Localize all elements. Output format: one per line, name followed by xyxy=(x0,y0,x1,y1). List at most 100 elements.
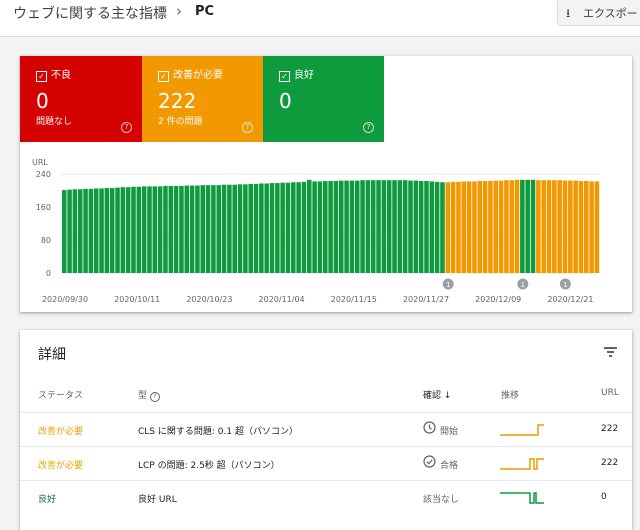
chart-bar[interactable] xyxy=(109,188,115,273)
chart-bar[interactable] xyxy=(520,179,525,273)
chart-bar[interactable] xyxy=(168,185,174,273)
chart-bar[interactable] xyxy=(211,185,216,273)
chart-bar[interactable] xyxy=(461,181,467,273)
chart-bar[interactable] xyxy=(200,185,206,273)
chart-bar[interactable] xyxy=(493,180,498,273)
col-urls[interactable]: URL xyxy=(601,388,619,398)
chart-bar[interactable] xyxy=(227,184,232,273)
chart-bar[interactable] xyxy=(280,182,285,273)
chart-bar[interactable] xyxy=(93,188,99,273)
chart-bar[interactable] xyxy=(578,181,584,273)
chart-bar[interactable] xyxy=(104,188,110,273)
chart-bar[interactable] xyxy=(179,185,184,273)
sort-arrow-icon[interactable]: ↓ xyxy=(444,391,452,401)
chart-bar[interactable] xyxy=(317,181,323,273)
chart-bar[interactable] xyxy=(269,183,275,273)
chart-bar[interactable] xyxy=(131,186,136,273)
chart-bar[interactable] xyxy=(285,182,291,273)
chart-bar[interactable] xyxy=(264,183,269,273)
chart-bar[interactable] xyxy=(83,188,88,273)
chart-bar[interactable] xyxy=(163,185,168,273)
chart-bar[interactable] xyxy=(72,189,78,273)
chart-bar[interactable] xyxy=(173,185,179,273)
chart-bar[interactable] xyxy=(472,181,477,273)
chart-bar[interactable] xyxy=(275,183,280,273)
chart-bar[interactable] xyxy=(504,180,509,273)
chart-bar[interactable] xyxy=(141,186,147,274)
chart-bar[interactable] xyxy=(184,185,190,273)
chart-bar[interactable] xyxy=(418,181,424,273)
chart-bar[interactable] xyxy=(344,180,349,273)
chart-bar[interactable] xyxy=(594,181,600,273)
chart-bar[interactable] xyxy=(466,181,472,273)
chart-bar[interactable] xyxy=(312,181,317,273)
chart-bar[interactable] xyxy=(189,185,195,273)
chart-bar[interactable] xyxy=(440,182,445,273)
chart-bar[interactable] xyxy=(147,186,152,274)
chart-bar[interactable] xyxy=(323,181,328,273)
chart-bar[interactable] xyxy=(88,188,94,273)
chart-bar[interactable] xyxy=(67,189,72,273)
col-validation[interactable]: 確認 ↓ xyxy=(423,388,451,401)
chart-bar[interactable] xyxy=(205,185,211,273)
chart-bar[interactable] xyxy=(557,180,562,273)
chart-bar[interactable] xyxy=(370,180,376,273)
chart-bar[interactable] xyxy=(301,181,307,273)
export-button[interactable]: ⭳ エクスポート xyxy=(557,0,640,26)
chart-bar[interactable] xyxy=(429,181,435,273)
chart-bar[interactable] xyxy=(354,180,360,273)
chart-bar[interactable] xyxy=(99,188,104,273)
chart-bar[interactable] xyxy=(338,180,344,273)
chart-bar[interactable] xyxy=(195,185,200,273)
chart-bar[interactable] xyxy=(360,180,365,273)
chart-bar[interactable] xyxy=(402,180,408,273)
chart-bar[interactable] xyxy=(397,180,403,273)
chart-bar[interactable] xyxy=(456,181,461,273)
chart-bar[interactable] xyxy=(77,189,83,273)
chart-bar[interactable] xyxy=(536,180,541,273)
chart-bar[interactable] xyxy=(221,184,227,273)
chart-bar[interactable] xyxy=(413,180,419,273)
chart-bar[interactable] xyxy=(253,183,259,273)
chart-bar[interactable] xyxy=(376,180,381,273)
chart-bar[interactable] xyxy=(477,181,483,273)
chart-bar[interactable] xyxy=(434,181,440,273)
chart-bar[interactable] xyxy=(541,180,546,273)
chart-bar[interactable] xyxy=(573,180,578,273)
chart-bar[interactable] xyxy=(381,180,387,273)
chart-bar[interactable] xyxy=(365,180,371,273)
table-row[interactable]: 改善が必要 CLS に関する問題: 0.1 超（パソコン） 開始 222 xyxy=(20,412,632,447)
col-type[interactable]: 型 ? xyxy=(138,388,160,402)
chart-bar[interactable] xyxy=(115,187,120,273)
chart-bar[interactable] xyxy=(589,181,594,273)
chart-bar[interactable] xyxy=(568,180,573,273)
chart-bar[interactable] xyxy=(291,182,296,273)
chart-bar[interactable] xyxy=(552,180,557,273)
filter-icon[interactable] xyxy=(604,347,617,357)
chart-bar[interactable] xyxy=(248,183,253,273)
chart-bar[interactable] xyxy=(408,180,413,273)
chart-bar[interactable] xyxy=(328,181,333,273)
chart-bar[interactable] xyxy=(157,186,163,274)
chart-bar[interactable] xyxy=(237,184,243,273)
chart-bar[interactable] xyxy=(296,182,301,273)
chart-bar[interactable] xyxy=(349,180,355,273)
chart-bar[interactable] xyxy=(152,186,158,274)
chart-bar[interactable] xyxy=(386,180,392,273)
chart-bar[interactable] xyxy=(450,181,456,273)
chart-bar[interactable] xyxy=(232,184,237,273)
help-icon[interactable]: ? xyxy=(149,392,160,402)
chart-bar[interactable] xyxy=(546,180,552,273)
chart-bar[interactable] xyxy=(243,184,248,273)
chart-bar[interactable] xyxy=(136,186,142,273)
chart-bar[interactable] xyxy=(307,179,312,273)
chart-bar[interactable] xyxy=(514,179,520,273)
chart-bar[interactable] xyxy=(120,187,126,273)
chart-bar[interactable] xyxy=(482,181,488,273)
chart-bar[interactable] xyxy=(525,179,530,273)
chart-bar[interactable] xyxy=(259,183,264,273)
chart-bar[interactable] xyxy=(333,181,339,273)
chart-bar[interactable] xyxy=(424,181,429,273)
chart-bar[interactable] xyxy=(488,181,493,273)
chart-bar[interactable] xyxy=(562,180,568,273)
